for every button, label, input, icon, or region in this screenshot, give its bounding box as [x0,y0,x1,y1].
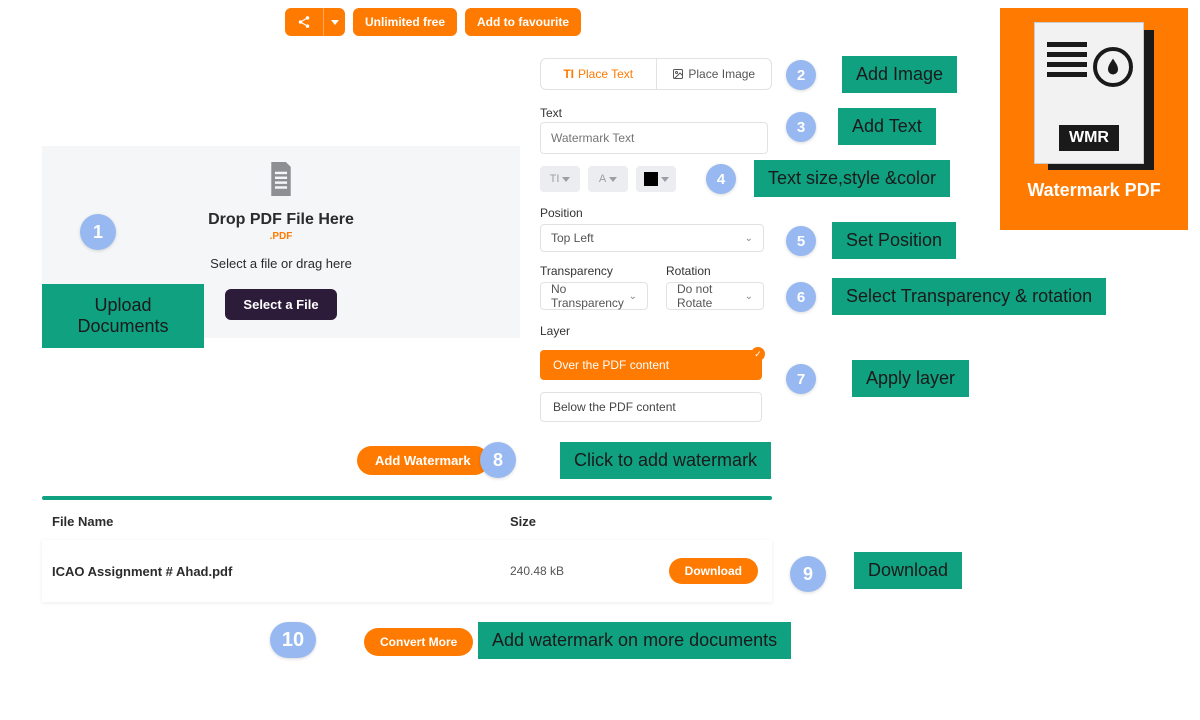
tab-place-image-label: Place Image [688,67,755,81]
rotation-label: Rotation [666,264,711,278]
callout-num-1: 1 [80,214,116,250]
favourite-button[interactable]: Add to favourite [465,8,581,36]
watermark-mode-tabs: TI Place Text Place Image [540,58,772,90]
file-icon [266,162,296,201]
chevron-down-icon [609,177,617,182]
chevron-down-icon [661,177,669,182]
chevron-down-icon [562,177,570,182]
dropzone-subtitle: Select a file or drag here [210,256,352,271]
chevron-down-icon: ⌄ [745,233,753,244]
file-name-cell: ICAO Assignment # Ahad.pdf [52,564,232,579]
callout-3: Add Text [838,108,936,145]
share-dropdown[interactable] [323,8,345,36]
callout-num-8: 8 [480,442,516,478]
unlimited-button[interactable]: Unlimited free [353,8,457,36]
tab-place-image[interactable]: Place Image [657,59,772,89]
table-row: ICAO Assignment # Ahad.pdf 240.48 kB Dow… [42,540,772,602]
check-icon: ✓ [751,347,765,361]
transparency-value: No Transparency [551,282,629,310]
tab-place-text-label: Place Text [578,67,633,81]
layer-over-label: Over the PDF content [553,358,669,372]
col-size: Size [510,514,536,529]
table-accent [42,496,772,500]
add-watermark-button[interactable]: Add Watermark [357,446,489,475]
callout-num-9: 9 [790,556,826,592]
text-color-button[interactable] [636,166,676,192]
watermark-text-input[interactable] [540,122,768,154]
callout-4: Text size,style &color [754,160,950,197]
callout-num-4: 4 [706,164,736,194]
layer-below-option[interactable]: Below the PDF content [540,392,762,422]
callout-num-7: 7 [786,364,816,394]
share-icon [297,15,311,29]
text-label: Text [540,106,562,120]
position-select[interactable]: Top Left ⌄ [540,224,764,252]
layer-over-option[interactable]: Over the PDF content ✓ [540,350,762,380]
col-file: File Name [52,514,113,529]
download-button[interactable]: Download [669,558,758,584]
callout-num-3: 3 [786,112,816,142]
share-button[interactable] [285,8,323,36]
chevron-down-icon [331,20,339,25]
rotation-value: Do not Rotate [677,282,745,310]
file-size-cell: 240.48 kB [510,564,564,578]
color-swatch [644,172,658,186]
select-file-button[interactable]: Select a File [225,289,336,320]
convert-more-button[interactable]: Convert More [364,628,473,656]
callout-7: Apply layer [852,360,969,397]
text-style-label: A [599,173,606,185]
dropzone-title: Drop PDF File Here [208,211,354,229]
dropzone-ext: .PDF [270,231,293,242]
brand-badge: WMR [1059,125,1119,151]
brand-title: Watermark PDF [1027,180,1160,201]
chevron-down-icon: ⌄ [629,291,637,302]
text-size-label: TI [550,173,560,185]
rotation-select[interactable]: Do not Rotate ⌄ [666,282,764,310]
brand-graphic: WMR [1034,22,1154,172]
chevron-down-icon: ⌄ [745,291,753,302]
callout-2: Add Image [842,56,957,93]
text-size-button[interactable]: TI [540,166,580,192]
transparency-select[interactable]: No Transparency ⌄ [540,282,648,310]
brand-card: WMR Watermark PDF [1000,8,1188,230]
layer-below-label: Below the PDF content [553,400,676,414]
callout-num-10: 10 [270,622,316,658]
position-value: Top Left [551,231,594,245]
callout-num-6: 6 [786,282,816,312]
watermark-drop-icon [1093,47,1133,87]
text-style-button[interactable]: A [588,166,628,192]
callout-num-2: 2 [786,60,816,90]
callout-10: Add watermark on more documents [478,622,791,659]
image-icon [672,68,684,80]
callout-8: Click to add watermark [560,442,771,479]
position-label: Position [540,206,583,220]
callout-1: Upload Documents [42,284,204,348]
callout-num-5: 5 [786,226,816,256]
callout-9: Download [854,552,962,589]
transparency-label: Transparency [540,264,613,278]
text-icon: TI [563,67,574,81]
tab-place-text[interactable]: TI Place Text [541,59,657,89]
callout-5: Set Position [832,222,956,259]
callout-6: Select Transparency & rotation [832,278,1106,315]
layer-label: Layer [540,324,570,338]
